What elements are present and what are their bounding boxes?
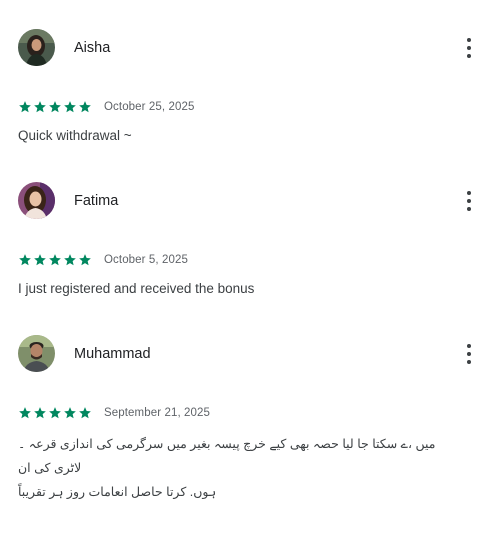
star-filled-icon <box>64 407 76 419</box>
review-text-line: میں ،ے سکتا جا لیا حصہ بھی کیے خرچ پیسہ … <box>18 437 436 475</box>
star-rating <box>18 253 92 267</box>
reviewer-name: Fatima <box>74 193 119 209</box>
more-vert-icon[interactable] <box>459 36 479 60</box>
star-filled-icon <box>19 101 31 113</box>
star-filled-icon <box>34 101 46 113</box>
review-header: Aisha <box>18 29 478 67</box>
avatar <box>18 29 55 66</box>
star-filled-icon <box>49 101 61 113</box>
rating-row: September 21, 2025 <box>18 405 210 421</box>
review-date: October 25, 2025 <box>104 101 195 113</box>
reviewer-name: Muhammad <box>74 346 151 362</box>
star-filled-icon <box>79 407 91 419</box>
more-vert-icon[interactable] <box>459 189 479 213</box>
star-filled-icon <box>19 407 31 419</box>
star-filled-icon <box>49 407 61 419</box>
review-date: September 21, 2025 <box>104 407 211 419</box>
review-text: میں ،ے سکتا جا لیا حصہ بھی کیے خرچ پیسہ … <box>18 432 458 504</box>
avatar <box>18 182 55 219</box>
review-header: Muhammad <box>18 335 478 373</box>
star-rating <box>18 100 92 114</box>
star-filled-icon <box>64 254 76 266</box>
review-text: I just registered and received the bonus <box>18 281 255 296</box>
star-rating <box>18 406 92 420</box>
review-text-line: ہوں. کرتا حاصل انعامات روز ہر تقریباً <box>18 485 217 499</box>
star-filled-icon <box>34 254 46 266</box>
review-text: Quick withdrawal ~ <box>18 128 132 143</box>
star-filled-icon <box>19 254 31 266</box>
rating-row: October 5, 2025 <box>18 252 188 268</box>
rating-row: October 25, 2025 <box>18 99 194 115</box>
star-filled-icon <box>64 101 76 113</box>
reviewer-name: Aisha <box>74 40 111 56</box>
star-filled-icon <box>79 101 91 113</box>
review-date: October 5, 2025 <box>104 254 188 266</box>
review-header: Fatima <box>18 182 478 220</box>
star-filled-icon <box>49 254 61 266</box>
star-filled-icon <box>79 254 91 266</box>
avatar <box>18 335 55 372</box>
more-vert-icon[interactable] <box>459 342 479 366</box>
star-filled-icon <box>34 407 46 419</box>
